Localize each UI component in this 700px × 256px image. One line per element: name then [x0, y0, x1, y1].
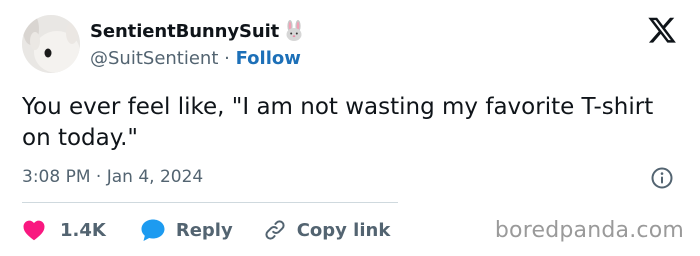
handle-separator: ·: [224, 48, 230, 69]
author-info: SentientBunnySuit @SuitSentient · Follow: [90, 18, 305, 69]
avatar[interactable]: [22, 15, 80, 73]
rabbit-face-icon: [283, 20, 305, 42]
tweet-text: You ever feel like, "I am not wasting my…: [22, 94, 654, 151]
action-bar: 1.4K Reply Copy link: [22, 215, 390, 245]
divider: [22, 202, 398, 203]
like-count: 1.4K: [60, 219, 106, 241]
copy-link-label: Copy link: [296, 219, 391, 241]
reply-label: Reply: [175, 219, 233, 241]
copy-link-button[interactable]: Copy link: [263, 218, 391, 242]
handle-row: @SuitSentient · Follow: [90, 48, 305, 69]
heart-icon: [22, 219, 46, 241]
x-logo-icon[interactable]: [648, 16, 676, 44]
info-icon[interactable]: [650, 166, 674, 190]
timestamp[interactable]: 3:08 PM · Jan 4, 2024: [22, 167, 203, 187]
display-name[interactable]: SentientBunnySuit: [90, 21, 279, 42]
speech-bubble-icon: [140, 218, 166, 242]
reply-button[interactable]: Reply: [140, 218, 233, 242]
like-button[interactable]: 1.4K: [22, 219, 106, 241]
follow-link[interactable]: Follow: [236, 48, 301, 69]
tweet-card: SentientBunnySuit @SuitSentient · Follow: [0, 0, 700, 256]
watermark: boredpanda.com: [494, 218, 684, 243]
handle[interactable]: @SuitSentient: [90, 48, 218, 69]
link-icon: [263, 218, 287, 242]
